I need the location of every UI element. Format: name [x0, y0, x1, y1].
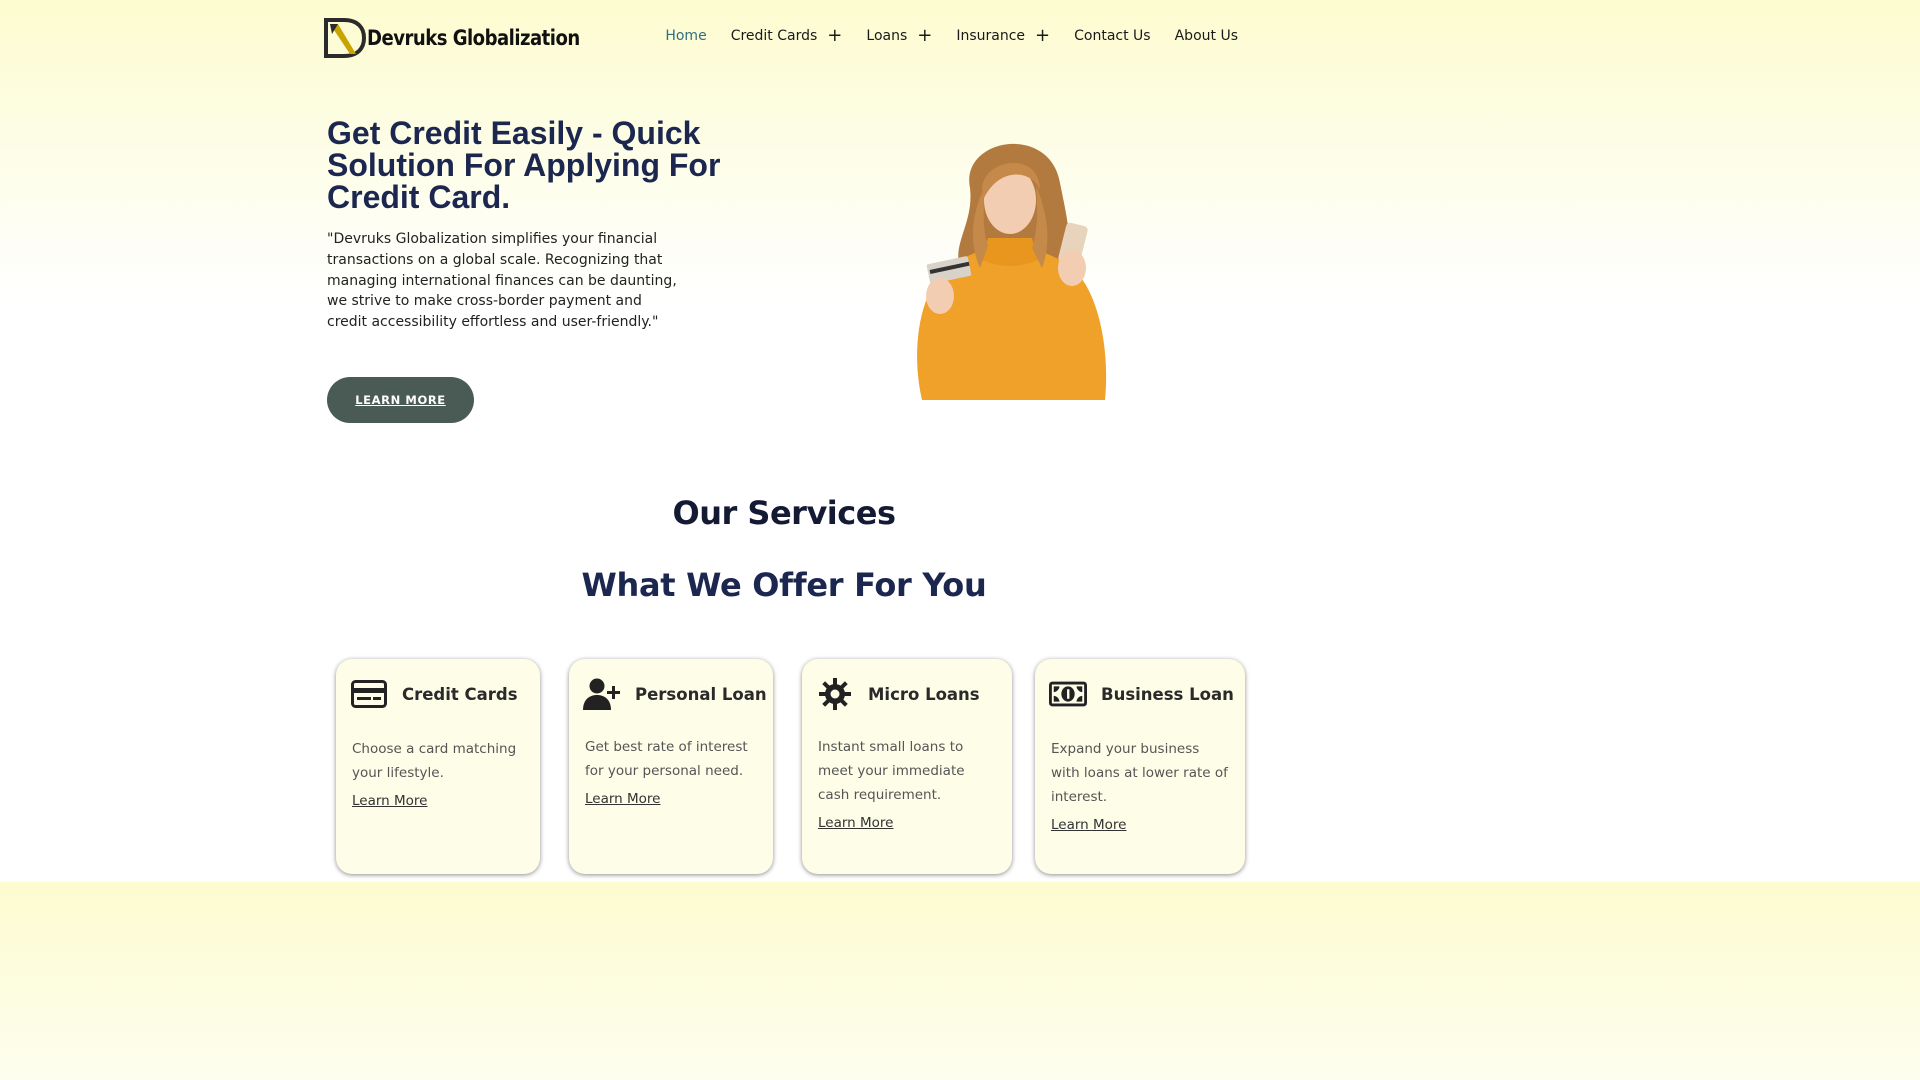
nav-home[interactable]: Home: [665, 28, 706, 44]
nav-insurance-label: Insurance: [956, 28, 1026, 44]
card-header: Business Loan: [1049, 677, 1234, 711]
service-card-personal-loan[interactable]: Personal Loan Get best rate of interest …: [569, 659, 773, 874]
logo[interactable]: Devruks Globalization: [324, 18, 614, 58]
nav-insurance[interactable]: Insurance +: [956, 27, 1050, 45]
hero-woman-image: [917, 143, 1107, 400]
card-title: Credit Cards: [402, 684, 518, 704]
user-plus-icon: [583, 677, 621, 711]
gear-icon: [816, 677, 854, 711]
service-card-micro-loans[interactable]: Micro Loans Instant small loans to meet …: [802, 659, 1012, 874]
card-learn-more-link[interactable]: Learn More: [350, 793, 428, 809]
nav-about-us[interactable]: About Us: [1175, 28, 1238, 44]
card-title: Micro Loans: [868, 684, 980, 704]
money-bill-icon: [1049, 677, 1087, 711]
nav-loans-label: Loans: [866, 28, 908, 44]
credit-card-icon: [350, 677, 388, 711]
card-learn-more-link[interactable]: Learn More: [583, 791, 661, 807]
main-nav: Home Credit Cards + Loans + Insurance + …: [641, 27, 1238, 45]
hero-title: Get Credit Easily - Quick Solution For A…: [327, 115, 721, 215]
card-header: Micro Loans: [816, 677, 998, 711]
services-heading: Our Services: [672, 494, 896, 532]
card-header: Personal Loan: [583, 677, 767, 711]
nav-home-label: Home: [665, 28, 707, 44]
card-description: Get best rate of interest for your perso…: [585, 739, 748, 779]
card-description: Instant small loans to meet your immedia…: [818, 739, 965, 803]
card-description: Expand your business with loans at lower…: [1051, 741, 1228, 805]
plus-icon[interactable]: +: [917, 27, 932, 45]
card-learn-more-link[interactable]: Learn More: [1049, 817, 1127, 833]
nav-contact-us[interactable]: Contact Us: [1074, 28, 1150, 44]
logo-text: Devruks Globalization: [367, 26, 580, 50]
card-title: Personal Loan: [635, 684, 767, 704]
nav-credit-cards-label: Credit Cards: [730, 28, 818, 44]
plus-icon[interactable]: +: [1035, 27, 1050, 45]
services-subheading: What We Offer For You: [581, 566, 987, 604]
nav-loans[interactable]: Loans +: [866, 27, 932, 45]
card-header: Credit Cards: [350, 677, 526, 711]
nav-credit-cards[interactable]: Credit Cards +: [730, 27, 843, 45]
service-card-credit-cards[interactable]: Credit Cards Choose a card matching your…: [336, 659, 540, 874]
learn-more-button[interactable]: LEARN MORE: [327, 377, 474, 423]
logo-mark-icon: [324, 18, 366, 58]
hero-description: "Devruks Globalization simplifies your f…: [327, 231, 677, 331]
nav-contact-us-label: Contact Us: [1074, 28, 1151, 44]
site-header: Devruks Globalization Home Credit Cards …: [0, 0, 1568, 80]
service-card-business-loan[interactable]: Business Loan Expand your business with …: [1035, 659, 1245, 874]
card-title: Business Loan: [1101, 684, 1234, 704]
card-description: Choose a card matching your lifestyle.: [352, 741, 517, 781]
plus-icon[interactable]: +: [827, 27, 842, 45]
card-learn-more-link[interactable]: Learn More: [816, 815, 894, 831]
nav-about-us-label: About Us: [1174, 28, 1238, 44]
